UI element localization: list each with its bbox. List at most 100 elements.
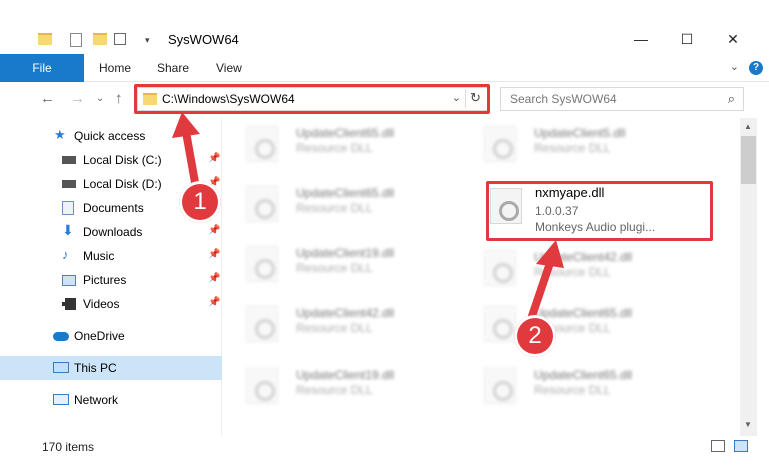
search-placeholder: Search SysWOW64	[510, 92, 617, 106]
documents-icon	[62, 201, 74, 215]
file-tile[interactable]: UpdateClient19.dll Resource DLL	[222, 360, 452, 418]
pin-icon: 📌	[208, 153, 221, 164]
expand-ribbon-icon[interactable]: ⌄	[730, 60, 739, 73]
file-description: Resource DLL	[296, 321, 373, 335]
new-folder-icon[interactable]	[93, 33, 107, 45]
file-name: UpdateClient5.dll	[534, 126, 626, 140]
search-input[interactable]: Search SysWOW64 ⌕	[500, 87, 744, 111]
dll-file-icon	[246, 186, 278, 222]
sidebar-item-label: Downloads	[83, 225, 143, 239]
tab-share[interactable]: Share	[157, 61, 189, 75]
file-name: UpdateClient65.dll	[296, 186, 395, 200]
sidebar-item-network[interactable]: Network	[0, 388, 222, 412]
address-highlight	[134, 84, 490, 114]
sidebar-item-local-disk-c[interactable]: Local Disk (C:) 📌	[0, 148, 222, 172]
download-icon: ⬇	[62, 222, 74, 238]
file-description: Resource DLL	[534, 141, 611, 155]
drive-icon	[62, 156, 76, 164]
sidebar-item-label: This PC	[74, 361, 117, 375]
sidebar-item-downloads[interactable]: ⬇ Downloads 📌	[0, 220, 222, 244]
help-icon[interactable]: ?	[749, 61, 763, 75]
sidebar-item-this-pc[interactable]: This PC	[0, 356, 222, 380]
folder-icon	[38, 33, 52, 45]
file-description: Resource DLL	[296, 261, 373, 275]
sidebar-item-label: Videos	[83, 297, 120, 311]
file-name: UpdateClient65.dll	[534, 306, 633, 320]
pin-icon: 📌	[208, 249, 221, 260]
dll-file-icon	[484, 368, 516, 404]
back-arrow-icon[interactable]: ←	[40, 90, 55, 107]
sidebar-item-label: Local Disk (C:)	[83, 153, 162, 167]
file-tile[interactable]: UpdateClient65.dll Resource DLL	[222, 178, 452, 236]
properties-icon[interactable]	[70, 33, 82, 47]
sidebar-item-videos[interactable]: Videos 📌	[0, 292, 222, 316]
maximize-button[interactable]: ☐	[664, 24, 710, 54]
file-description: Resource DLL	[296, 201, 373, 215]
search-icon[interactable]: ⌕	[728, 91, 735, 107]
dll-file-icon	[484, 306, 516, 342]
vertical-scrollbar[interactable]: ▲ ▼	[740, 118, 757, 436]
dll-file-icon	[246, 246, 278, 282]
tab-file[interactable]: File	[0, 54, 84, 82]
step-badge-1: 1	[179, 181, 221, 223]
file-tile[interactable]: UpdateClient42.dll Resource DLL	[460, 242, 690, 300]
sidebar-item-label: Local Disk (D:)	[83, 177, 162, 191]
view-menu-icon[interactable]	[114, 33, 126, 45]
forward-arrow-icon[interactable]: →	[70, 90, 85, 107]
dll-file-icon	[484, 250, 516, 286]
cloud-icon	[53, 332, 69, 341]
minimize-button[interactable]: —	[618, 24, 664, 54]
pictures-icon	[62, 275, 76, 286]
scroll-thumb[interactable]	[741, 136, 756, 184]
sidebar-item-label: Music	[83, 249, 115, 263]
videos-icon	[62, 298, 76, 310]
file-description: Resource DLL	[296, 383, 373, 397]
file-description: Resource DLL	[296, 141, 373, 155]
pin-icon: 📌	[208, 273, 221, 284]
sidebar-item-pictures[interactable]: Pictures 📌	[0, 268, 222, 292]
close-button[interactable]: ✕	[710, 24, 756, 54]
pin-icon: 📌	[208, 297, 221, 308]
status-bar: 170 items	[0, 436, 769, 476]
sidebar-item-onedrive[interactable]: OneDrive	[0, 324, 222, 348]
sidebar-item-quick-access[interactable]: ★ Quick access	[0, 124, 222, 148]
file-name: UpdateClient19.dll	[296, 246, 395, 260]
up-arrow-icon[interactable]: ↑	[115, 90, 123, 107]
scroll-up-icon[interactable]: ▲	[744, 122, 752, 131]
drive-icon	[62, 180, 76, 188]
large-icons-view-icon[interactable]	[734, 440, 748, 452]
file-name: UpdateClient42.dll	[534, 250, 633, 264]
file-name: UpdateClient42.dll	[296, 306, 395, 320]
sidebar-item-label: Pictures	[83, 273, 127, 287]
file-tile[interactable]: UpdateClient65.dll Resource DLL	[460, 298, 690, 356]
tab-view[interactable]: View	[216, 61, 242, 75]
items-count: 170 items	[42, 440, 95, 454]
file-name: UpdateClient65.dll	[534, 368, 633, 382]
file-tile[interactable]: UpdateClient65.dll Resource DLL	[222, 118, 452, 176]
sidebar-item-label: Network	[74, 393, 119, 407]
ribbon-tabs: File Home Share View ⌄ ?	[0, 54, 769, 82]
file-description: Resource DLL	[534, 265, 611, 279]
dll-file-icon	[484, 126, 516, 162]
sidebar-item-label: OneDrive	[74, 329, 125, 343]
sidebar-item-label: Documents	[83, 201, 144, 215]
file-description: Resource DLL	[534, 383, 611, 397]
window-title: SysWOW64	[168, 32, 239, 47]
sidebar-item-music[interactable]: ♪ Music 📌	[0, 244, 222, 268]
file-name: UpdateClient19.dll	[296, 368, 395, 382]
file-tile[interactable]: UpdateClient65.dll Resource DLL	[460, 360, 690, 418]
music-icon: ♪	[62, 247, 69, 262]
quick-access-dropdown-icon[interactable]: ▾	[145, 35, 150, 46]
sidebar-item-label: Quick access	[74, 129, 146, 143]
scroll-down-icon[interactable]: ▼	[744, 420, 752, 429]
details-view-icon[interactable]	[711, 440, 725, 452]
title-bar: ▾ SysWOW64 — ☐ ✕	[0, 0, 769, 54]
file-tile[interactable]: UpdateClient42.dll Resource DLL	[222, 298, 452, 356]
file-tile[interactable]: UpdateClient5.dll Resource DLL	[460, 118, 690, 176]
file-tile[interactable]: UpdateClient19.dll Resource DLL	[222, 238, 452, 296]
network-icon	[53, 394, 69, 405]
tab-home[interactable]: Home	[99, 61, 131, 75]
file-name: UpdateClient65.dll	[296, 126, 395, 140]
recent-locations-icon[interactable]: ⌄	[96, 93, 104, 104]
dll-file-icon	[246, 368, 278, 404]
